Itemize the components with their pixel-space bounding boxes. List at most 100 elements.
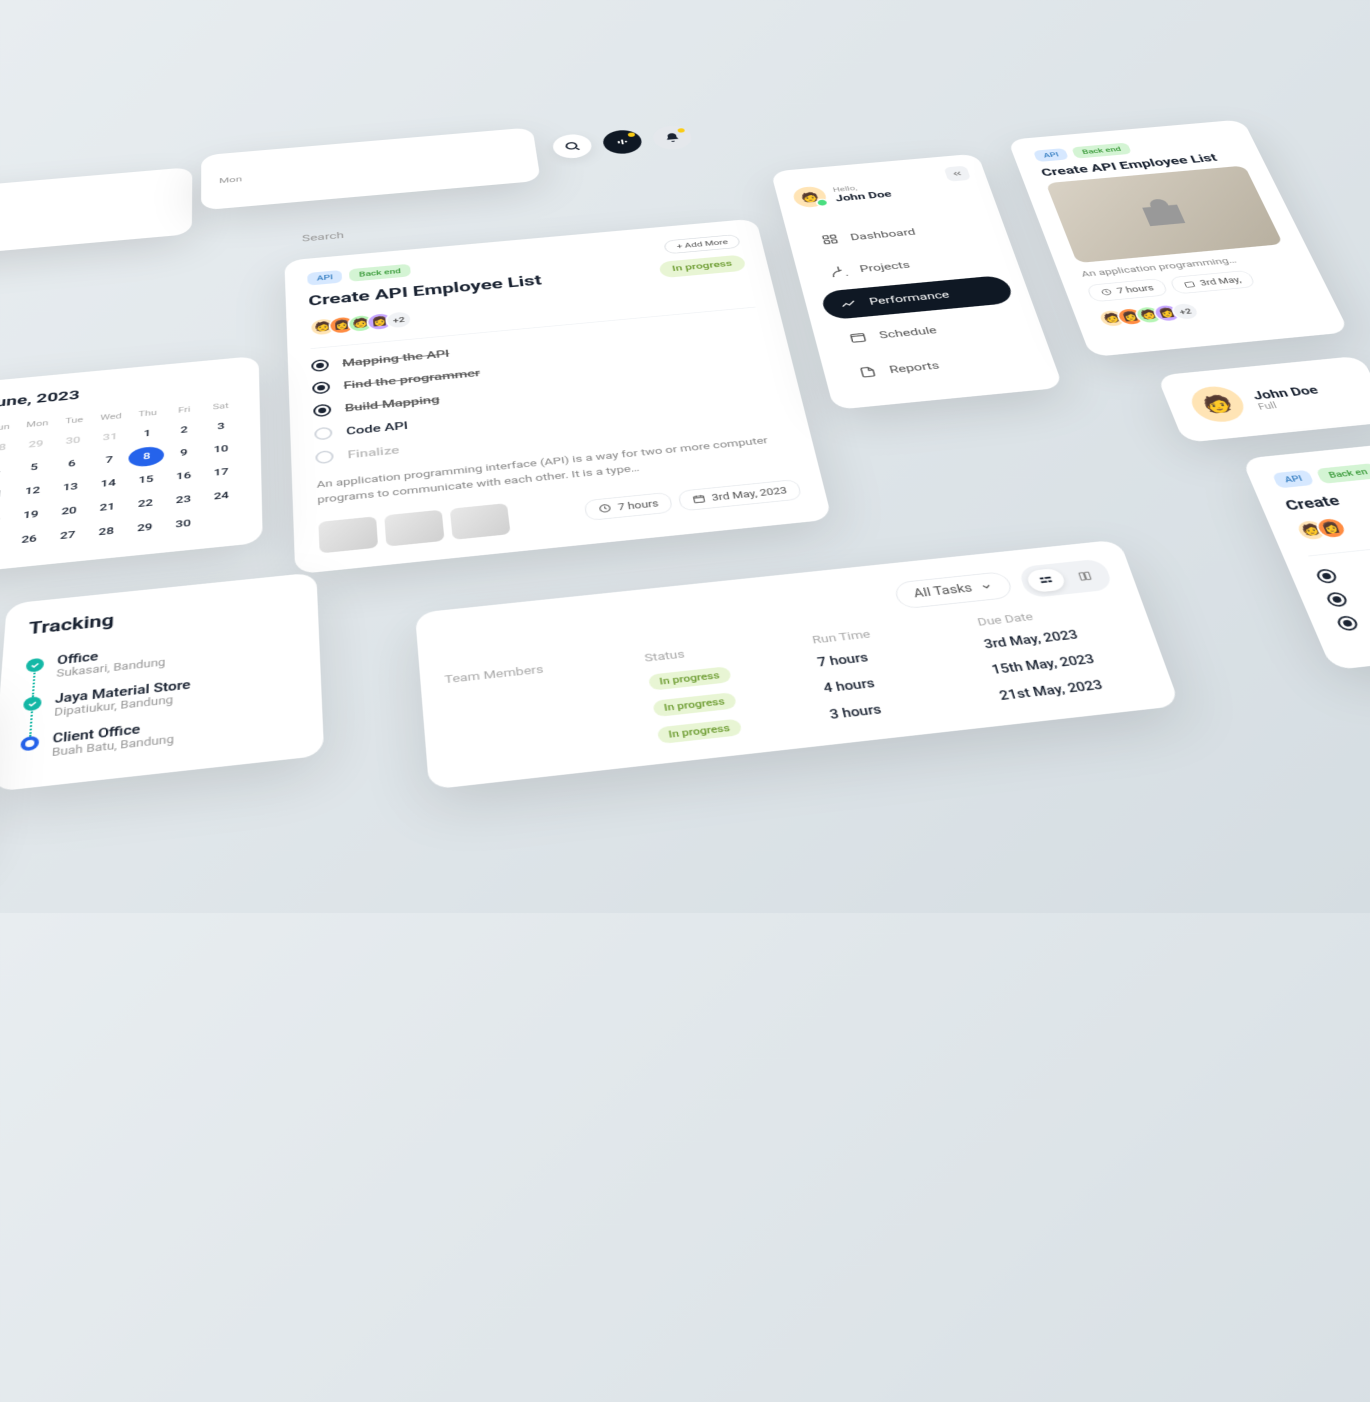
calendar-day[interactable]: 11 [0,483,13,506]
calendar-day[interactable]: 4 [0,459,15,482]
tag-api[interactable]: API [307,269,342,285]
profile-avatar[interactable]: 🧑 [1186,384,1250,424]
view-toggle [1017,558,1114,598]
calendar-day[interactable]: 31 [92,426,128,448]
filter-label: All Tasks [912,581,973,600]
radio-checked-icon[interactable] [1325,591,1350,607]
avatar-more[interactable]: +2 [385,309,413,329]
date-pill: 3rd May, [1169,269,1256,293]
calendar-day[interactable]: 29 [17,433,54,455]
grid-view-button[interactable] [1064,563,1106,588]
date-pill: 3rd May, 2023 [678,478,803,510]
duration-pill: 7 hours [584,491,674,520]
calendar-day[interactable]: 10 [203,438,238,460]
status-badge: In progress [658,254,747,278]
calendar-day[interactable]: 6 [53,452,90,474]
checklist-label: Build Mapping [345,393,440,414]
task-preview-card[interactable]: API Back en Create 🧑 👩 [1241,431,1370,670]
calendar-card: June, 2023 SunMonTueWedThuFriSat28293031… [0,355,263,574]
calendar-dow: Mon [19,415,55,433]
preview-image [1046,165,1283,263]
calendar-day[interactable]: 12 [14,479,51,502]
nav-label: Dashboard [849,226,917,242]
calendar-day[interactable]: 15 [128,468,164,491]
calendar-day[interactable]: 24 [203,484,239,507]
calendar-day[interactable]: 13 [52,475,89,498]
filter-dropdown[interactable]: All Tasks [893,570,1014,609]
table-cell: In progress [652,684,805,717]
radio-checked-icon[interactable] [1335,615,1360,631]
calendar-day[interactable]: 14 [90,472,127,495]
tag-api[interactable]: API [1033,148,1069,162]
duration-value: 7 hours [617,497,659,511]
date-value: 3rd May, 2023 [711,484,788,502]
calendar-day[interactable]: 1 [129,422,164,444]
table-cell: 3 hours [828,692,981,725]
calendar-day[interactable]: 29 [126,516,163,540]
calendar-day[interactable]: 27 [49,523,87,547]
calendar-day[interactable]: 20 [50,499,87,522]
table-header: Run Time [811,619,959,647]
table-cell: 4 hours [822,666,973,698]
calendar-day[interactable]: 16 [166,464,202,487]
task-preview-card[interactable]: API Back end Create API Employee List An… [1008,119,1350,357]
task-detail-card: + Add More API Back end Create API Emplo… [284,218,832,574]
calendar-day[interactable]: 23 [165,488,201,511]
attachment-thumbnail[interactable] [450,502,511,539]
nav-label: Performance [868,288,951,306]
calendar-day[interactable]: 26 [10,527,48,551]
tag-backend[interactable]: Back end [349,263,410,281]
calendar-dow: Sat [204,397,239,414]
calendar-day[interactable]: 28 [0,437,17,459]
calendar-day[interactable]: 28 [88,519,125,543]
attachment-thumbnail[interactable] [318,515,378,552]
calendar-day[interactable]: 7 [91,449,127,471]
radio-checked-icon[interactable] [312,380,330,394]
checklist-label: Find the programmer [343,366,481,391]
calendar-day[interactable]: 5 [16,456,53,479]
table-cell: 15th May, 2023 [990,648,1140,680]
calendar-day[interactable]: 17 [203,461,239,484]
calendar-day[interactable]: 30 [165,512,201,536]
calendar-day[interactable]: 25 [0,531,9,555]
calendar-day[interactable]: 8 [129,445,165,467]
calendar-dow: Sun [0,418,18,436]
calendar-day[interactable]: 9 [166,441,201,463]
radio-icon[interactable] [315,449,334,463]
radio-icon[interactable] [314,426,333,440]
search-button[interactable] [551,132,593,159]
nav-label: Projects [858,259,911,274]
attachment-thumbnail[interactable] [384,509,444,546]
nav-label: Reports [888,359,941,375]
calendar-day[interactable]: 2 [167,419,202,441]
radio-checked-icon[interactable] [313,403,331,417]
notifications-button[interactable] [651,124,694,150]
calendar-day[interactable]: 30 [55,429,91,451]
voice-button[interactable] [601,128,644,155]
tag-api[interactable]: API [1272,469,1315,488]
calendar-day[interactable]: 19 [12,503,50,526]
profile-card[interactable]: 🧑 John Doe Full [1157,355,1370,442]
checklist-label: Mapping the API [342,347,450,369]
table-header: Due Date [976,601,1123,628]
table-cell: 7 hours [816,640,966,671]
user-avatar[interactable]: 🧑 [791,185,828,208]
calendar-day[interactable]: 18 [0,507,11,531]
calendar-day[interactable]: 3 [203,415,238,437]
add-more-button[interactable]: + Add More [664,234,742,254]
collapse-sidebar-button[interactable] [944,165,971,181]
sidebar: 🧑 Hello, John Doe Dashboard Projects Per… [771,153,1064,410]
calendar-dow: Wed [93,408,128,426]
calendar-day[interactable]: 22 [127,492,163,515]
tag-backend[interactable]: Back end [1072,142,1132,158]
tag-backend[interactable]: Back en [1316,463,1370,484]
calendar-day[interactable]: 21 [89,495,126,518]
chart-label: Mon [219,174,242,184]
nav-label: Schedule [878,324,939,341]
list-view-button[interactable] [1025,567,1067,592]
tasks-table-card: All Tasks Team Members Status Run Time D… [415,539,1180,789]
radio-checked-icon[interactable] [1314,568,1338,584]
notification-dot [628,132,636,137]
table-cell: 21st May, 2023 [998,673,1150,705]
radio-checked-icon[interactable] [311,358,329,371]
